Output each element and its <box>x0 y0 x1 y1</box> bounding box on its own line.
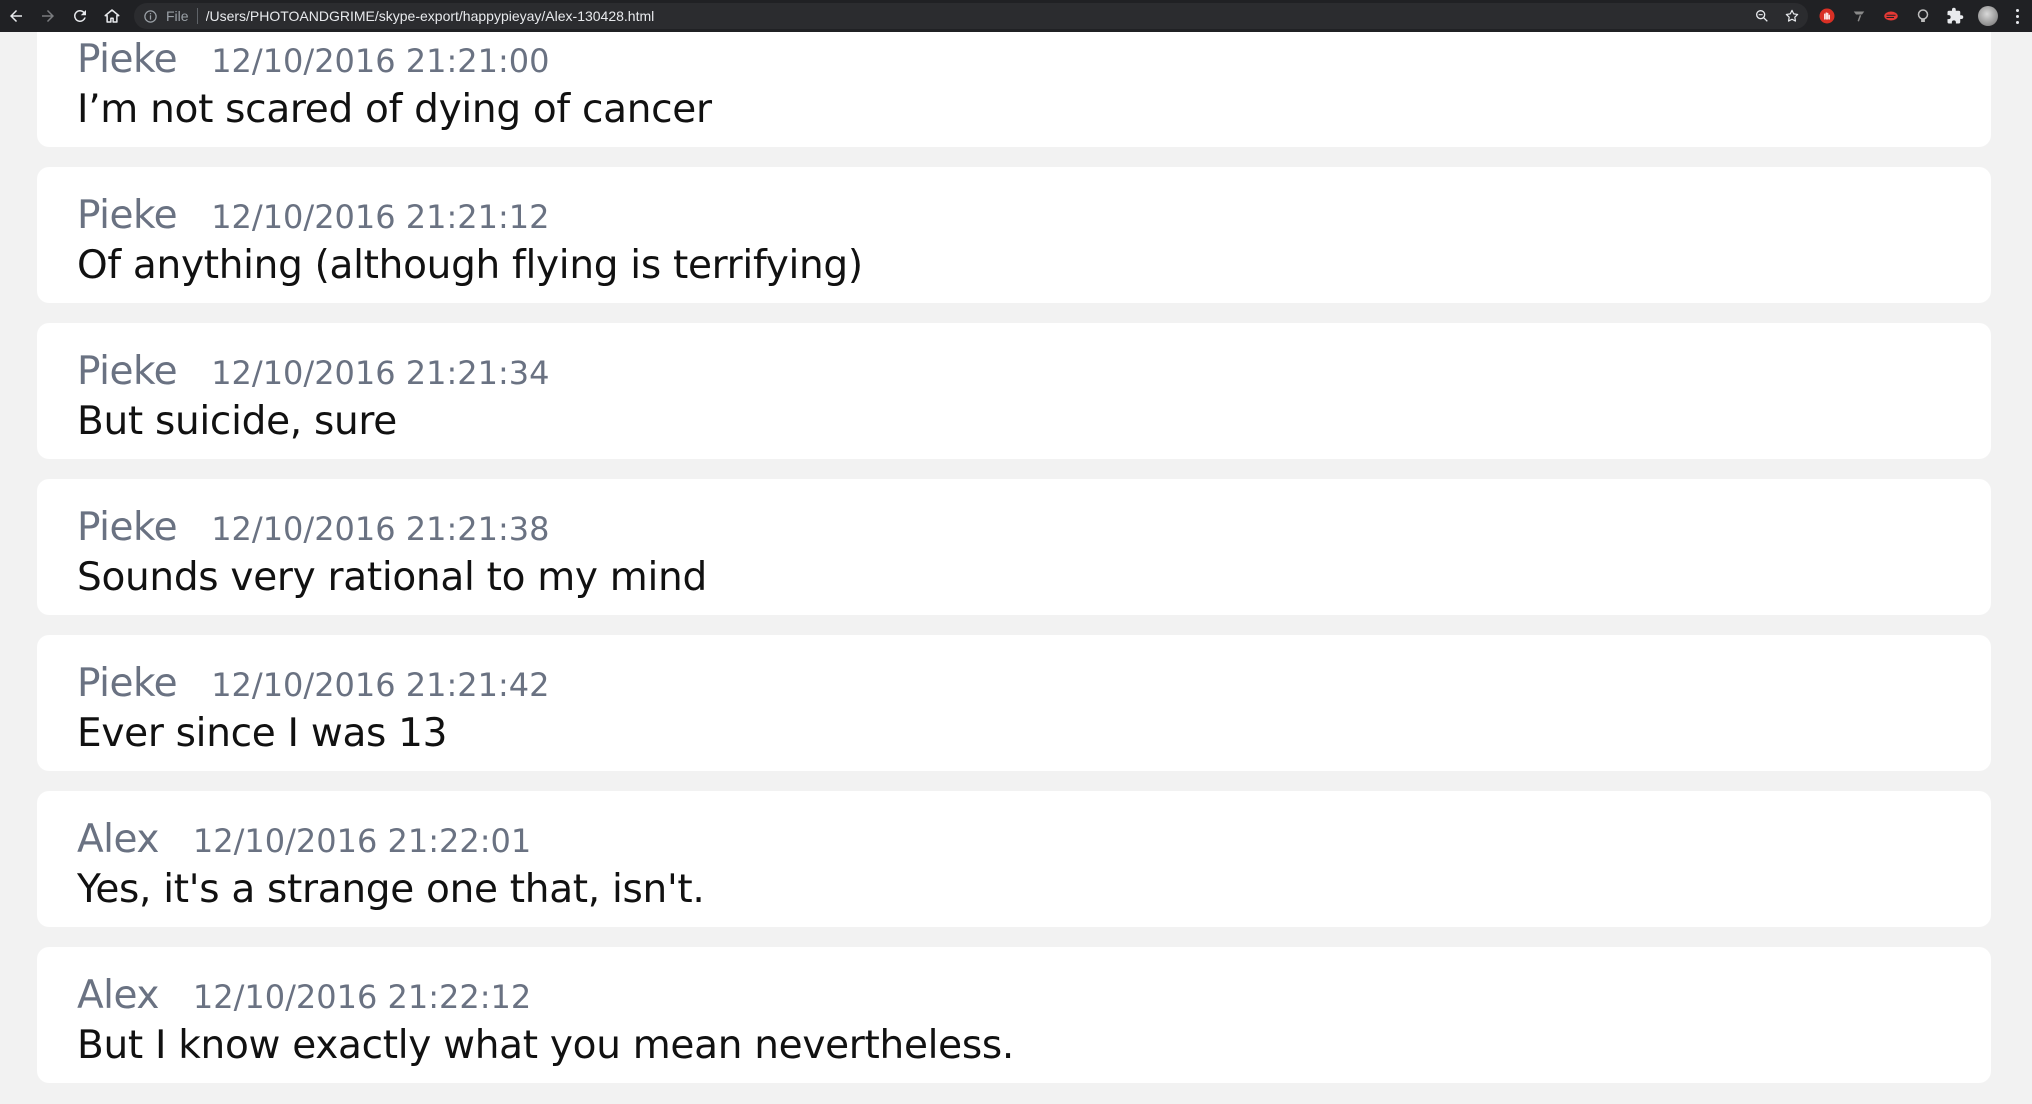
reload-icon <box>73 9 86 22</box>
message-text: Of anything (although flying is terrifyi… <box>77 243 863 288</box>
lightbulb-extension-icon[interactable] <box>1914 7 1932 25</box>
message-sender: Alex <box>77 817 159 862</box>
message-header: Pieke 12/10/2016 21:21:12 <box>77 193 1951 241</box>
message-card: Pieke 12/10/2016 21:21:00 I’m not scared… <box>37 32 1991 147</box>
message-header: Pieke 12/10/2016 21:21:34 <box>77 349 1951 397</box>
message-timestamp: 12/10/2016 21:21:00 <box>211 42 550 80</box>
message-text: But suicide, sure <box>77 399 397 444</box>
bookmark-star-icon[interactable] <box>1784 8 1800 24</box>
grey-extension-icon[interactable] <box>1850 7 1868 25</box>
message-card: Alex 12/10/2016 21:22:12 But I know exac… <box>37 947 1991 1083</box>
message-text: Sounds very rational to my mind <box>77 555 707 600</box>
message-sender: Pieke <box>77 505 178 550</box>
message-text: I’m not scared of dying of cancer <box>77 87 712 132</box>
message-timestamp: 12/10/2016 21:22:01 <box>192 822 532 860</box>
stop-hand-extension-icon[interactable] <box>1818 7 1836 25</box>
reload-button[interactable] <box>64 0 96 32</box>
message-card: Pieke 12/10/2016 21:21:38 Sounds very ra… <box>37 479 1991 615</box>
message-timestamp: 12/10/2016 21:22:12 <box>192 978 532 1016</box>
message-timestamp: 12/10/2016 21:21:38 <box>211 510 550 548</box>
message-sender: Pieke <box>77 193 178 238</box>
page-content: Pieke 12/10/2016 21:21:00 I’m not scared… <box>0 32 2032 1104</box>
home-button[interactable] <box>96 0 128 32</box>
message-header: Pieke 12/10/2016 21:21:42 <box>77 661 1951 709</box>
browser-toolbar: File /Users/PHOTOANDGRIME/skype-export/h… <box>0 0 2032 32</box>
message-header: Alex 12/10/2016 21:22:12 <box>77 973 1951 1021</box>
message-list: Pieke 12/10/2016 21:21:00 I’m not scared… <box>37 32 1991 1103</box>
info-icon[interactable] <box>142 8 158 24</box>
message-timestamp: 12/10/2016 21:21:34 <box>211 354 550 392</box>
url-text[interactable]: /Users/PHOTOANDGRIME/skype-export/happyp… <box>206 8 655 24</box>
forward-arrow-icon <box>42 10 54 22</box>
zoom-icon[interactable] <box>1754 8 1770 24</box>
puzzle-icon[interactable] <box>1946 7 1964 25</box>
message-sender: Pieke <box>77 661 178 706</box>
message-text: Yes, it's a strange one that, isn't. <box>77 867 705 912</box>
message-card: Pieke 12/10/2016 21:21:12 Of anything (a… <box>37 167 1991 303</box>
address-bar[interactable]: File /Users/PHOTOANDGRIME/skype-export/h… <box>134 3 1808 29</box>
message-sender: Pieke <box>77 37 178 82</box>
back-arrow-icon <box>10 10 22 22</box>
message-header: Pieke 12/10/2016 21:21:00 <box>77 37 1951 85</box>
message-card: Alex 12/10/2016 21:22:01 Yes, it's a str… <box>37 791 1991 927</box>
back-button[interactable] <box>0 0 32 32</box>
message-text: Ever since I was 13 <box>77 711 448 756</box>
message-timestamp: 12/10/2016 21:21:42 <box>211 666 550 704</box>
message-card: Pieke 12/10/2016 21:21:42 Ever since I w… <box>37 635 1991 771</box>
message-timestamp: 12/10/2016 21:21:12 <box>211 198 550 236</box>
extensions-area <box>1818 6 2032 26</box>
menu-dots-icon[interactable] <box>2012 8 2022 24</box>
message-header: Alex 12/10/2016 21:22:01 <box>77 817 1951 865</box>
message-sender: Pieke <box>77 349 178 394</box>
forward-button[interactable] <box>32 0 64 32</box>
message-text: But I know exactly what you mean neverth… <box>77 1023 1014 1068</box>
scheme-label: File <box>166 8 189 24</box>
home-icon <box>104 9 120 23</box>
scheme-divider <box>196 8 198 24</box>
message-sender: Alex <box>77 973 159 1018</box>
profile-avatar[interactable] <box>1978 6 1998 26</box>
red-extension-icon[interactable] <box>1882 7 1900 25</box>
message-header: Pieke 12/10/2016 21:21:38 <box>77 505 1951 553</box>
message-card: Pieke 12/10/2016 21:21:34 But suicide, s… <box>37 323 1991 459</box>
